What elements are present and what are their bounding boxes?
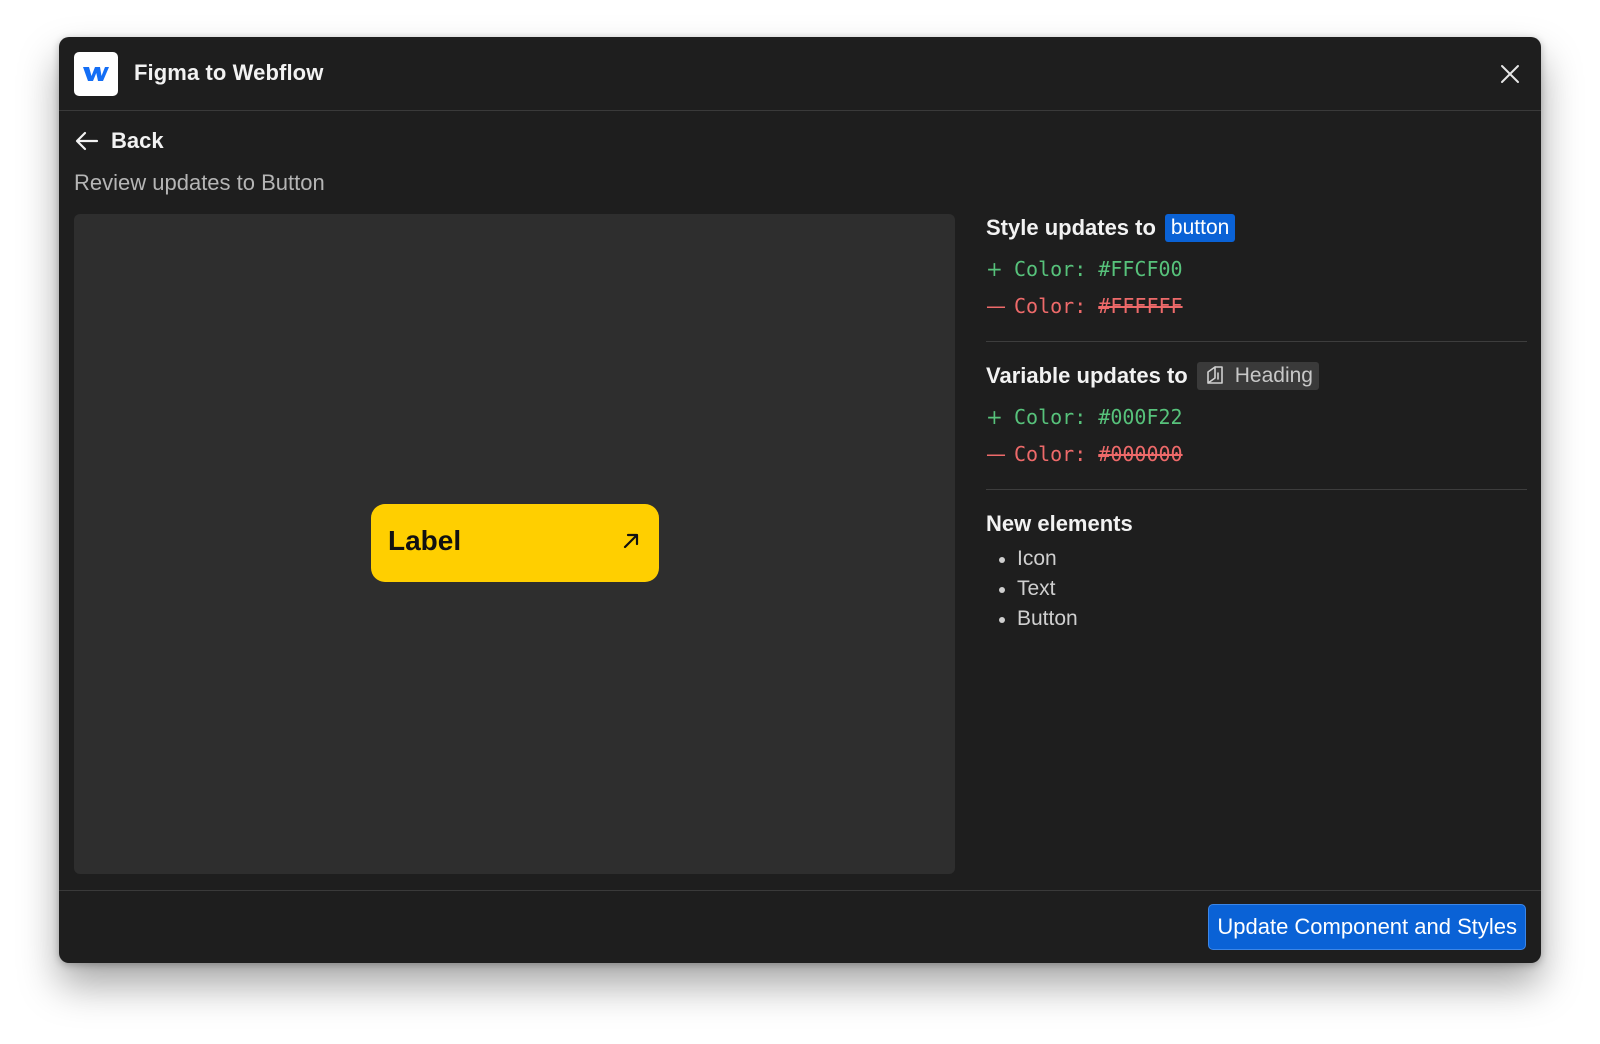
page-subtitle: Review updates to Button [74, 170, 325, 195]
diff-key: Color: [1014, 256, 1087, 281]
diff-key: Color: [1014, 441, 1087, 466]
diff-value: #000F22 [1098, 404, 1183, 429]
updates-panel: Style updates to button + Color: #FFCF00… [986, 212, 1527, 634]
diff-value: #FFFFFF [1098, 293, 1183, 318]
back-button[interactable]: Back [75, 126, 164, 156]
preview-button[interactable]: Label [371, 504, 659, 582]
diff-key: Color: [1014, 404, 1087, 429]
variable-updates-title: Variable updates to [986, 363, 1188, 388]
list-item: Button [986, 604, 1527, 634]
style-added-line: + Color: #FFCF00 [986, 250, 1527, 287]
title-bar: Figma to Webflow [59, 37, 1541, 111]
arrow-left-icon [75, 131, 99, 151]
diff-value: #FFCF00 [1098, 256, 1183, 281]
close-button[interactable] [1493, 57, 1527, 91]
close-icon [1501, 65, 1519, 83]
arrow-up-right-icon [623, 533, 639, 549]
style-target-chip: button [1164, 214, 1236, 242]
new-elements-heading: New elements [986, 511, 1133, 536]
style-updates-title: Style updates to [986, 215, 1156, 240]
variable-removed-line: — Color: #000000 [986, 435, 1527, 472]
plus-icon: + [986, 256, 1003, 281]
plugin-window: Figma to Webflow Back Review updates to … [59, 37, 1541, 963]
webflow-logo-icon [74, 52, 118, 96]
list-item: Text [986, 574, 1527, 604]
variable-updates-heading: Variable updates to Heading [986, 360, 1527, 392]
new-elements-list: Icon Text Button [986, 544, 1527, 634]
footer-bar: Update Component and Styles [59, 890, 1541, 963]
update-component-button[interactable]: Update Component and Styles [1208, 904, 1526, 950]
component-preview: Label [74, 214, 955, 874]
plus-icon: + [986, 404, 1003, 429]
divider [986, 341, 1527, 342]
preview-button-label: Label [388, 525, 462, 556]
diff-value: #000000 [1098, 441, 1183, 466]
variable-target-chip: Heading [1196, 362, 1319, 390]
style-updates-heading: Style updates to button [986, 212, 1527, 244]
variable-target-label: Heading [1234, 364, 1313, 387]
style-removed-line: — Color: #FFFFFF [986, 287, 1527, 324]
back-label: Back [111, 128, 164, 153]
variable-added-line: + Color: #000F22 [986, 398, 1527, 435]
diff-key: Color: [1014, 293, 1087, 318]
minus-icon: — [986, 293, 1006, 318]
minus-icon: — [986, 441, 1006, 466]
app-title: Figma to Webflow [134, 60, 324, 85]
list-item: Icon [986, 544, 1527, 574]
divider [986, 489, 1527, 490]
variable-collection-icon [1206, 366, 1223, 384]
